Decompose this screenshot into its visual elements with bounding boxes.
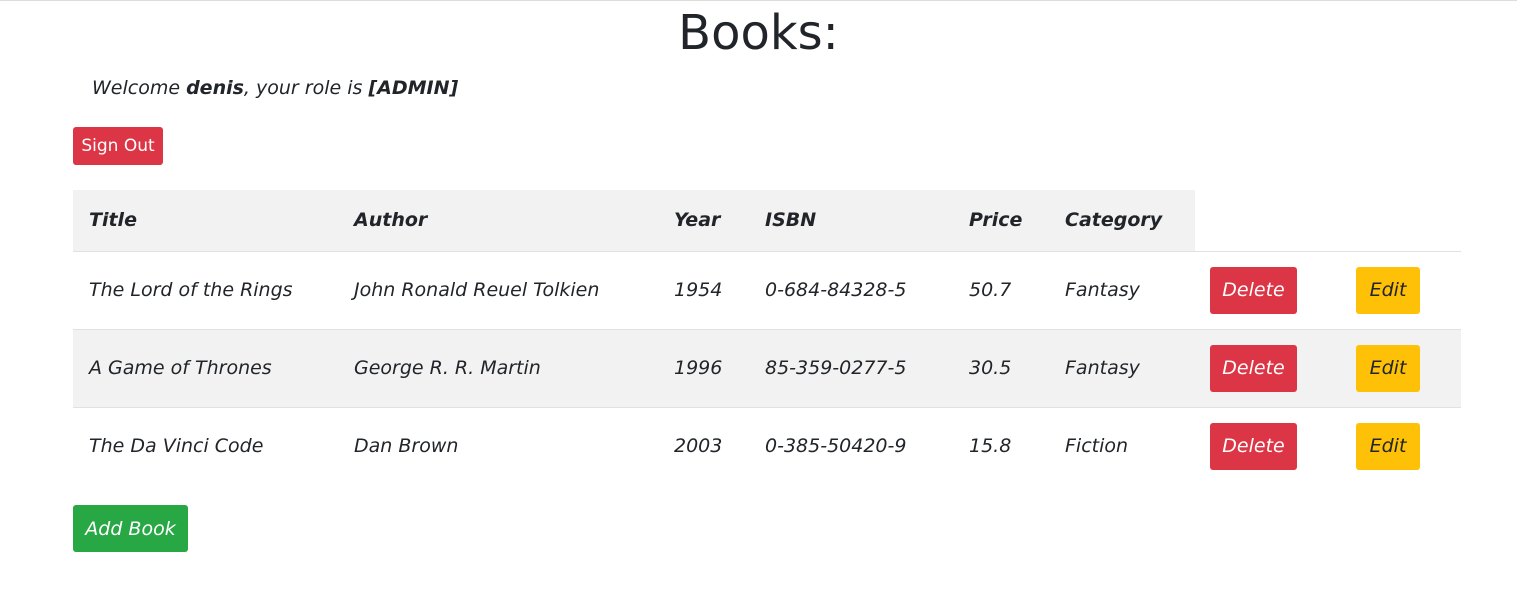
book-title: A Game of Thrones: [73, 328, 338, 407]
add-book-button[interactable]: Add Book: [73, 505, 188, 552]
column-header-edit: [1341, 190, 1461, 251]
edit-cell: Edit: [1341, 328, 1461, 407]
book-author: George R. R. Martin: [338, 328, 658, 407]
book-isbn: 0-684-84328-5: [749, 250, 953, 329]
column-header-category: Category: [1049, 190, 1195, 251]
delete-cell: Delete: [1195, 250, 1341, 329]
edit-cell: Edit: [1341, 406, 1461, 485]
page-title: Books:: [678, 5, 839, 61]
book-category: Fiction: [1049, 406, 1195, 485]
edit-button[interactable]: Edit: [1356, 344, 1420, 392]
book-category: Fantasy: [1049, 250, 1195, 329]
book-category: Fantasy: [1049, 328, 1195, 407]
edit-button[interactable]: Edit: [1356, 422, 1420, 470]
book-isbn: 85-359-0277-5: [749, 328, 953, 407]
welcome-prefix: Welcome: [92, 77, 187, 99]
book-year: 1954: [658, 250, 749, 329]
book-title: The Lord of the Rings: [73, 250, 338, 329]
book-title: The Da Vinci Code: [73, 406, 338, 485]
book-author: Dan Brown: [338, 406, 658, 485]
column-header-delete: [1195, 190, 1341, 251]
user-role: [ADMIN]: [368, 77, 459, 99]
table-row: The Da Vinci Code Dan Brown 2003 0-385-5…: [73, 406, 1461, 485]
delete-button[interactable]: Delete: [1210, 344, 1297, 392]
book-price: 30.5: [953, 328, 1049, 407]
edit-cell: Edit: [1341, 250, 1461, 329]
book-price: 15.8: [953, 406, 1049, 485]
column-header-year: Year: [658, 190, 749, 251]
welcome-message: Welcome denis, your role is [ADMIN]: [92, 75, 458, 101]
delete-button[interactable]: Delete: [1210, 422, 1297, 470]
delete-button[interactable]: Delete: [1210, 266, 1297, 314]
book-year: 2003: [658, 406, 749, 485]
column-header-isbn: ISBN: [749, 190, 953, 251]
table-row: The Lord of the Rings John Ronald Reuel …: [73, 250, 1461, 329]
book-author: John Ronald Reuel Tolkien: [338, 250, 658, 329]
table-header-row: Title Author Year ISBN Price Category: [73, 190, 1461, 251]
book-year: 1996: [658, 328, 749, 407]
column-header-author: Author: [338, 190, 658, 251]
delete-cell: Delete: [1195, 406, 1341, 485]
column-header-title: Title: [73, 190, 338, 251]
table-row: A Game of Thrones George R. R. Martin 19…: [73, 328, 1461, 407]
welcome-middle: , your role is: [243, 77, 369, 99]
username: denis: [186, 77, 244, 99]
book-isbn: 0-385-50420-9: [749, 406, 953, 485]
books-table: Title Author Year ISBN Price Category Th…: [73, 190, 1461, 485]
edit-button[interactable]: Edit: [1356, 266, 1420, 314]
delete-cell: Delete: [1195, 328, 1341, 407]
book-price: 50.7: [953, 250, 1049, 329]
column-header-price: Price: [953, 190, 1049, 251]
sign-out-button[interactable]: Sign Out: [73, 127, 163, 165]
